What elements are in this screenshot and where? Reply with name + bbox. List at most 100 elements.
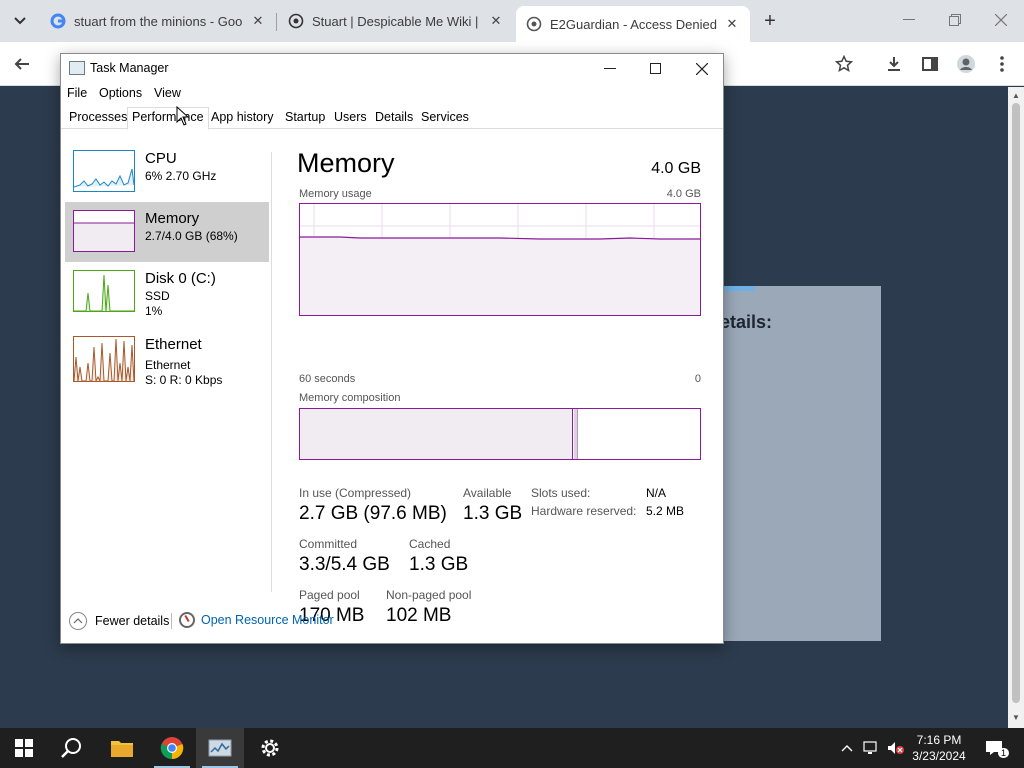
profile-avatar-icon[interactable] xyxy=(952,50,980,78)
menu-options[interactable]: Options xyxy=(99,86,142,100)
chevron-up-icon xyxy=(69,612,87,630)
kebab-menu-icon[interactable] xyxy=(988,50,1016,78)
sidebar-item-name: Disk 0 (C:) xyxy=(145,270,216,287)
available-label: Available xyxy=(463,486,512,500)
task-manager-app-icon xyxy=(69,61,85,75)
available-value: 1.3 GB xyxy=(463,503,523,524)
hw-reserved-label: Hardware reserved: xyxy=(531,504,637,518)
page-scrollbar[interactable]: ▲ ▼ xyxy=(1008,87,1024,728)
sidebar-item-ethernet[interactable]: Ethernet Ethernet S: 0 R: 0 Kbps xyxy=(65,328,269,388)
sidebar-item-detail: 2.7/4.0 GB (68%) xyxy=(145,229,238,243)
menu-file[interactable]: File xyxy=(67,86,87,100)
slots-value: N/A xyxy=(646,486,667,500)
committed-value: 3.3/5.4 GB xyxy=(299,554,390,575)
in-use-value: 2.7 GB (97.6 MB) xyxy=(299,503,447,524)
maximize-icon[interactable] xyxy=(633,56,679,82)
resource-title: Memory xyxy=(297,148,395,178)
sidebar-item-disk[interactable]: Disk 0 (C:) SSD 1% xyxy=(65,262,269,322)
side-panel-icon[interactable] xyxy=(916,50,944,78)
task-manager-titlebar[interactable]: Task Manager xyxy=(61,54,723,82)
tab-users[interactable]: Users xyxy=(330,110,371,129)
committed-label: Committed xyxy=(299,537,358,551)
open-resource-monitor-label: Open Resource Monitor xyxy=(201,613,334,627)
footer-divider xyxy=(171,613,172,629)
resource-total: 4.0 GB xyxy=(651,160,701,177)
close-window-icon[interactable] xyxy=(978,0,1024,40)
bookmark-star-icon[interactable] xyxy=(830,50,858,78)
chevron-up-icon[interactable] xyxy=(838,728,856,768)
tab-app-history[interactable]: App history xyxy=(207,110,278,129)
cached-label: Cached xyxy=(409,537,451,551)
close-window-icon[interactable] xyxy=(679,56,725,82)
notification-center-icon[interactable]: 1 xyxy=(980,728,1010,768)
sidebar-item-detail-2: 1% xyxy=(145,304,163,318)
download-icon[interactable] xyxy=(880,50,908,78)
composition-in-use xyxy=(300,409,573,459)
volume-muted-icon[interactable] xyxy=(886,728,906,768)
sidebar-item-detail-2: S: 0 R: 0 Kbps xyxy=(145,373,223,387)
browser-tab-strip: stuart from the minions - Goo ✕ Stuart |… xyxy=(0,0,1024,42)
back-arrow-icon[interactable] xyxy=(8,50,36,78)
resource-monitor-icon xyxy=(179,612,195,628)
scroll-up-icon[interactable]: ▲ xyxy=(1012,91,1020,100)
tab-details[interactable]: Details xyxy=(371,110,417,129)
pane-divider xyxy=(271,152,272,592)
minimize-icon[interactable] xyxy=(886,0,932,40)
network-icon[interactable] xyxy=(862,728,880,768)
scroll-down-icon[interactable]: ▼ xyxy=(1012,713,1020,722)
open-resource-monitor-link[interactable]: Open Resource Monitor xyxy=(179,612,334,628)
file-explorer-icon[interactable] xyxy=(98,728,146,768)
memory-detail-pane: Memory 4.0 GB Memory usage 4.0 GB 60 sec… xyxy=(297,142,701,626)
restore-icon[interactable] xyxy=(932,0,978,40)
sidebar-item-detail: SSD xyxy=(145,289,170,303)
memory-mini-graph xyxy=(73,210,135,252)
sidebar-item-name: CPU xyxy=(145,150,177,167)
window-title: Task Manager xyxy=(90,61,169,75)
browser-tab-wiki[interactable]: Stuart | Despicable Me Wiki | F ✕ xyxy=(278,6,514,36)
tab-processes[interactable]: Processes xyxy=(65,110,131,129)
tab-divider xyxy=(276,13,277,31)
sidebar-item-detail: Ethernet xyxy=(145,358,191,372)
mouse-cursor-icon xyxy=(176,105,190,126)
clock-date: 3/23/2024 xyxy=(912,749,966,763)
slots-label: Slots used: xyxy=(531,486,591,500)
system-clock[interactable]: 7:16 PM 3/23/2024 xyxy=(912,732,966,764)
close-tab-icon[interactable]: ✕ xyxy=(724,16,740,32)
graph-time-left: 60 seconds xyxy=(299,373,356,385)
sidebar-item-memory[interactable]: Memory 2.7/4.0 GB (68%) xyxy=(65,202,269,262)
task-manager-taskbar-icon[interactable] xyxy=(196,728,244,768)
non-paged-pool-label: Non-paged pool xyxy=(386,588,472,602)
tab-title: stuart from the minions - Goo xyxy=(74,13,243,29)
fewer-details-label: Fewer details xyxy=(95,614,170,628)
usage-graph-max: 4.0 GB xyxy=(666,188,701,200)
browser-tab-e2guardian[interactable]: E2Guardian - Access Denied ✕ xyxy=(516,6,750,42)
sidebar-item-cpu[interactable]: CPU 6% 2.70 GHz xyxy=(65,142,269,202)
composition-label: Memory composition xyxy=(299,392,401,404)
tab-services[interactable]: Services xyxy=(417,110,473,129)
tab-title: E2Guardian - Access Denied xyxy=(550,16,717,32)
task-manager-footer: Fewer details Open Resource Monitor xyxy=(61,607,723,643)
minimize-icon[interactable] xyxy=(587,56,633,82)
scrollbar-thumb[interactable] xyxy=(1012,103,1020,703)
graph-time-right: 0 xyxy=(694,373,701,385)
close-tab-icon[interactable]: ✕ xyxy=(250,13,266,29)
sidebar-item-name: Ethernet xyxy=(145,336,202,353)
task-manager-tabs: Processes Performance App history Startu… xyxy=(61,107,723,130)
notification-count-badge: 1 xyxy=(998,748,1010,758)
tab-title: Stuart | Despicable Me Wiki | F xyxy=(312,13,482,29)
tab-startup[interactable]: Startup xyxy=(281,110,329,129)
settings-gear-icon[interactable] xyxy=(246,728,294,768)
windows-start-icon[interactable] xyxy=(0,728,48,768)
task-manager-window: Task Manager File Options View Processes… xyxy=(60,53,724,644)
search-icon[interactable] xyxy=(48,728,96,768)
fewer-details-button[interactable]: Fewer details xyxy=(69,612,169,630)
chrome-icon[interactable] xyxy=(148,728,196,768)
menu-view[interactable]: View xyxy=(154,86,181,100)
new-tab-button[interactable]: + xyxy=(756,7,784,35)
paged-pool-label: Paged pool xyxy=(299,588,360,602)
close-tab-icon[interactable]: ✕ xyxy=(488,13,504,29)
browser-tab-google[interactable]: stuart from the minions - Goo ✕ xyxy=(40,6,276,36)
tab-performance[interactable]: Performance xyxy=(127,107,209,130)
tab-search-button[interactable] xyxy=(6,7,34,35)
sidebar-item-detail: 6% 2.70 GHz xyxy=(145,169,217,183)
